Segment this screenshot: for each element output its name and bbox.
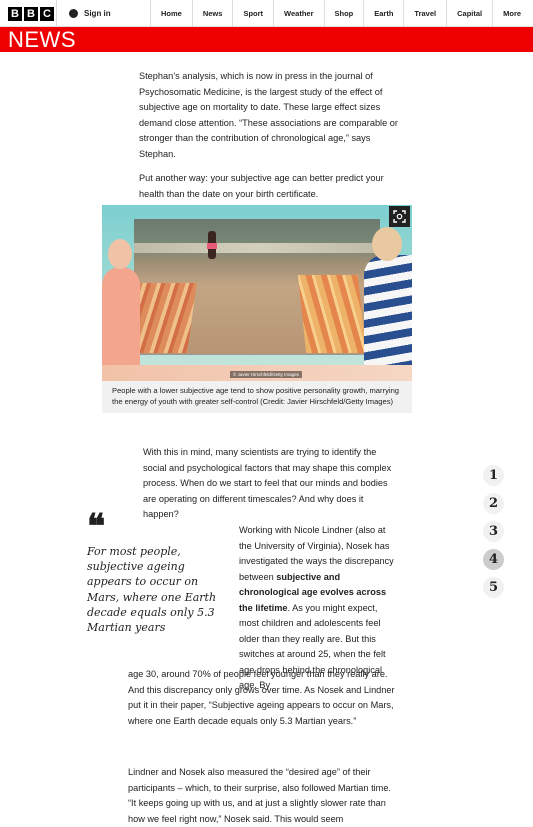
nav-home[interactable]: Home <box>150 0 192 26</box>
nav-shop[interactable]: Shop <box>323 0 364 26</box>
logo-letter: C <box>40 7 54 21</box>
image-wave <box>134 243 380 253</box>
progress-step-3[interactable]: 3 <box>483 521 504 542</box>
nav-weather[interactable]: Weather <box>273 0 323 26</box>
image-person-right-head <box>372 227 402 261</box>
bbc-logo[interactable]: B B C <box>8 7 54 21</box>
section-banner: NEWS <box>0 27 533 52</box>
article-paragraph: Stephan’s analysis, which is now in pres… <box>139 71 398 159</box>
user-icon <box>69 8 78 18</box>
sign-in-label: Sign in <box>84 8 111 18</box>
image-figure-swimsuit <box>207 243 217 249</box>
section-title[interactable]: NEWS <box>8 27 76 52</box>
article-image: © Javier Hirschfeld/Getty Images <box>102 205 412 381</box>
image-person-left-head <box>108 239 132 269</box>
article-paragraph: With this in mind, many scientists are t… <box>143 447 392 520</box>
progress-step-1[interactable]: 1 <box>483 465 504 486</box>
image-caption: People with a lower subjective age tend … <box>102 381 412 413</box>
story-progress-nav: 1 2 3 4 5 <box>483 465 504 598</box>
nav-travel[interactable]: Travel <box>403 0 446 26</box>
top-bar: B B C Sign in Home News Sport Weather Sh… <box>0 0 533 27</box>
progress-step-4[interactable]: 4 <box>483 549 504 570</box>
nav-sport[interactable]: Sport <box>232 0 273 26</box>
nav-capital[interactable]: Capital <box>446 0 492 26</box>
nav-earth[interactable]: Earth <box>363 0 403 26</box>
image-credit-tag: © Javier Hirschfeld/Getty Images <box>230 371 302 378</box>
article-paragraph: Put another way: your subjective age can… <box>139 173 384 199</box>
article-paragraph: age 30, around 70% of people feel younge… <box>128 669 395 726</box>
image-person-left <box>102 267 140 381</box>
nav-news[interactable]: News <box>191 0 233 26</box>
logo-letter: B <box>24 7 38 21</box>
quote-icon: ❝ <box>87 507 106 547</box>
pull-quote: For most people, subjective ageing appea… <box>87 545 217 635</box>
expand-image-button[interactable] <box>389 206 410 227</box>
nav-more[interactable]: More <box>492 0 531 26</box>
fullscreen-icon <box>393 210 406 223</box>
sign-in-link[interactable]: Sign in <box>56 0 111 26</box>
main-nav: Home News Sport Weather Shop Earth Trave… <box>150 0 531 26</box>
progress-step-2[interactable]: 2 <box>483 493 504 514</box>
image-deckchair-right <box>297 275 367 353</box>
progress-step-5[interactable]: 5 <box>483 577 504 598</box>
image-person-right <box>364 255 412 381</box>
logo-letter: B <box>8 7 22 21</box>
